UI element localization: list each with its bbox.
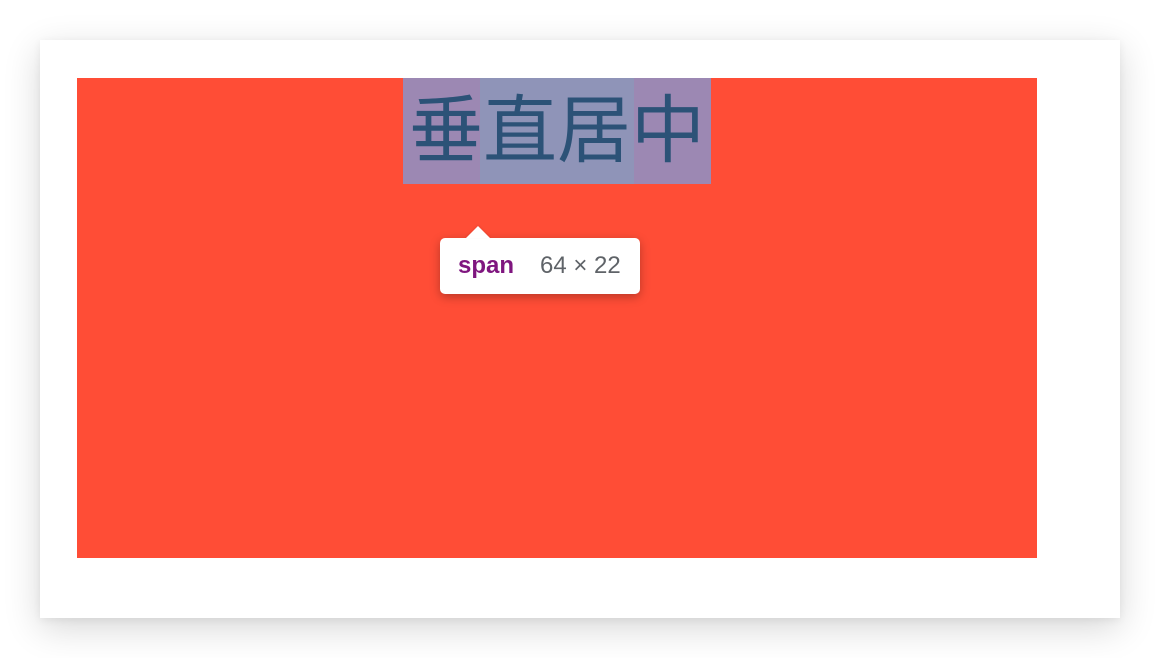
red-container: 垂直居中 span 64 × 22: [77, 78, 1037, 558]
vertical-center-text: 垂直居中: [409, 88, 705, 174]
inspect-highlight: 垂直居中: [403, 78, 711, 184]
tooltip-size: 64 × 22: [540, 252, 621, 279]
demo-frame: 垂直居中 span 64 × 22: [40, 40, 1120, 618]
devtools-tooltip: span 64 × 22: [440, 238, 640, 294]
tooltip-tag: span: [458, 252, 515, 279]
